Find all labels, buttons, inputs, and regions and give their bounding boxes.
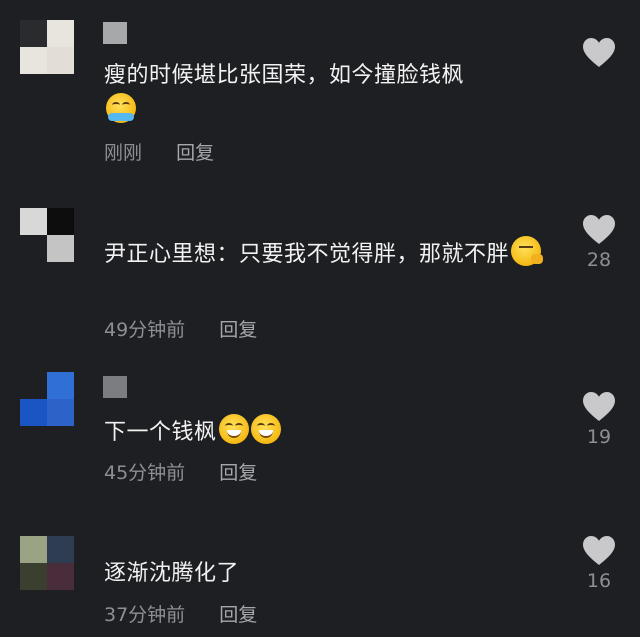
comment-meta: 49分钟前 回复 xyxy=(104,315,257,342)
username[interactable] xyxy=(103,22,127,44)
comment-text-content: 瘦的时候堪比张国荣，如今撞脸钱枫 xyxy=(104,63,465,88)
cry-laugh-icon xyxy=(106,93,136,123)
avatar[interactable] xyxy=(20,536,74,590)
username[interactable] xyxy=(103,376,127,398)
comment-text-content: 下一个钱枫 xyxy=(104,420,217,445)
timestamp: 45分钟前 xyxy=(104,462,186,484)
comment-meta: 刚刚 回复 xyxy=(104,138,214,165)
timestamp: 37分钟前 xyxy=(104,604,186,626)
reply-button[interactable]: 回复 xyxy=(219,319,257,341)
timestamp: 刚刚 xyxy=(104,142,143,164)
comment-text: 尹正心里想：只要我不觉得胖，那就不胖 xyxy=(104,236,564,272)
avatar[interactable] xyxy=(20,20,74,74)
thinking-face-icon xyxy=(511,236,544,266)
avatar[interactable] xyxy=(20,372,74,426)
comment-meta: 37分钟前 回复 xyxy=(104,600,257,627)
reply-button[interactable]: 回复 xyxy=(219,604,257,626)
like-count: 19 xyxy=(586,426,612,448)
like-count: 28 xyxy=(586,249,612,271)
avatar[interactable] xyxy=(20,208,74,262)
comment-text-content: 尹正心里想：只要我不觉得胖，那就不胖 xyxy=(104,242,510,267)
comment-text-content: 逐渐沈腾化了 xyxy=(104,561,240,586)
comment-text: 瘦的时候堪比张国荣，如今撞脸钱枫 xyxy=(104,58,564,129)
heart-icon xyxy=(583,536,615,565)
reply-button[interactable]: 回复 xyxy=(176,142,214,164)
grinning-squint-icon xyxy=(250,414,281,444)
heart-icon xyxy=(583,38,615,67)
like-button[interactable] xyxy=(578,38,620,68)
comment-text: 下一个钱枫 xyxy=(104,414,564,450)
comment-meta: 45分钟前 回复 xyxy=(104,458,257,485)
heart-icon xyxy=(583,392,615,421)
heart-icon xyxy=(583,215,615,244)
like-button[interactable]: 28 xyxy=(578,215,620,271)
comment-text: 逐渐沈腾化了 xyxy=(104,556,564,591)
reply-button[interactable]: 回复 xyxy=(219,462,257,484)
like-button[interactable]: 19 xyxy=(578,392,620,448)
like-button[interactable]: 16 xyxy=(578,536,620,592)
timestamp: 49分钟前 xyxy=(104,319,186,341)
grinning-squint-icon xyxy=(218,414,249,444)
like-count: 16 xyxy=(586,570,612,592)
